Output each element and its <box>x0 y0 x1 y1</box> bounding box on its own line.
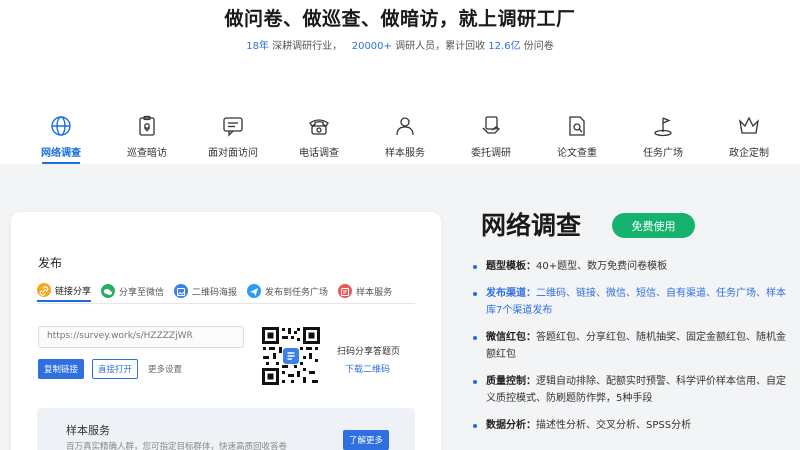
service-tabs: 网络调查 巡查暗访 面对面访问 电话调查 样本服务 委托调研 论文查重 任务广场… <box>0 108 800 164</box>
tab-label: 论文查重 <box>557 148 597 159</box>
link-icon <box>37 283 51 297</box>
share-option-label: 链接分享 <box>55 286 92 297</box>
feature-item: 发布渠道：二维码、链接、微信、短信、自有渠道、任务广场、样本库7个渠道发布 <box>473 285 791 319</box>
telephone-icon <box>307 114 331 138</box>
tab-label: 巡查暗访 <box>127 148 167 159</box>
feature-key: 题型模板： <box>486 261 536 272</box>
hero-stats: 18年 深耕调研行业， 20000+ 调研人员，累计回收 12.6亿 份问卷 <box>0 37 800 52</box>
sample-service-box: 样本服务 百万真实精确人群，您可指定目标群体，快速高质回收答卷 了解更多 <box>37 408 415 450</box>
tab-label: 网络调查 <box>41 148 81 159</box>
publish-card: 发布 链接分享 分享至微信 二维码海报 发布到任务广场 样本服务 https:/… <box>11 212 441 450</box>
tab-face-to-face[interactable]: 面对面访问 <box>190 108 276 164</box>
sample-icon <box>338 284 353 298</box>
feature-item: 质量控制：逻辑自动排除、配额实时预警、科学评价样本信用、自定义质控模式、防刷题防… <box>473 373 791 407</box>
hero-title: 做问卷、做巡查、做暗访，就上调研工厂 <box>224 8 576 30</box>
share-option-label: 发布到任务广场 <box>265 287 329 298</box>
tab-task-plaza[interactable]: 任务广场 <box>620 108 706 164</box>
copy-link-button[interactable]: 复制链接 <box>38 359 84 379</box>
learn-more-button[interactable]: 了解更多 <box>343 430 389 450</box>
stat-surveys: 12.6亿 <box>488 41 521 52</box>
tab-label: 面对面访问 <box>208 148 258 159</box>
stat-years: 18年 <box>246 41 269 52</box>
feature-key: 数据分析： <box>486 420 536 431</box>
tab-label: 电话调查 <box>299 148 339 159</box>
tab-online-survey[interactable]: 网络调查 <box>18 108 104 164</box>
globe-icon <box>49 114 73 138</box>
share-option-label: 样本服务 <box>356 287 393 298</box>
share-option-label: 分享至微信 <box>119 287 165 298</box>
stat-years-text: 深耕调研行业， <box>272 41 343 52</box>
document-search-icon <box>565 114 589 138</box>
stat-surveys-text: 份问卷 <box>523 41 554 52</box>
more-settings-link[interactable]: 更多设置 <box>148 363 182 375</box>
qr-code <box>261 326 321 386</box>
chat-bubbles-icon <box>221 114 245 138</box>
feature-title: 网络调查 <box>481 211 582 240</box>
tab-label: 样本服务 <box>385 148 425 159</box>
crown-icon <box>737 114 761 138</box>
send-icon <box>247 284 262 298</box>
tab-label: 政企定制 <box>729 148 769 159</box>
tab-plagiarism-check[interactable]: 论文查重 <box>534 108 620 164</box>
feature-key: 发布渠道： <box>486 288 536 299</box>
share-option-sample[interactable]: 样本服务 <box>338 280 392 302</box>
feature-item: 数据分析：描述性分析、交叉分析、SPSS分析 <box>473 417 791 434</box>
download-qr-link[interactable]: 下载二维码 <box>345 362 390 375</box>
feature-text: 描述性分析、交叉分析、SPSS分析 <box>536 420 692 431</box>
tab-commissioned-research[interactable]: 委托调研 <box>448 108 534 164</box>
share-option-link[interactable]: 链接分享 <box>37 280 92 302</box>
free-use-button[interactable]: 免费使用 <box>612 213 695 238</box>
tab-label: 任务广场 <box>643 148 683 159</box>
clipboard-location-icon <box>135 114 159 138</box>
share-option-task-plaza[interactable]: 发布到任务广场 <box>247 280 328 302</box>
share-option-wechat[interactable]: 分享至微信 <box>101 280 164 302</box>
tab-sample-service[interactable]: 样本服务 <box>362 108 448 164</box>
feature-key: 质量控制： <box>486 376 536 387</box>
users-icon <box>393 114 417 138</box>
open-link-button[interactable]: 直接打开 <box>92 359 138 379</box>
share-options: 链接分享 分享至微信 二维码海报 发布到任务广场 样本服务 <box>37 280 415 304</box>
stat-researchers: 20000+ <box>351 41 392 52</box>
hero-section: 做问卷、做巡查、做暗访，就上调研工厂 18年 深耕调研行业， 20000+ 调研… <box>0 0 800 110</box>
tab-enterprise-custom[interactable]: 政企定制 <box>706 108 792 164</box>
share-option-qr-poster[interactable]: 二维码海报 <box>174 280 237 302</box>
qr-share-text: 扫码分享答题页 <box>337 347 401 357</box>
image-icon <box>174 284 189 298</box>
sample-service-desc: 百万真实精确人群，您可指定目标群体，快速高质回收答卷 <box>66 442 288 450</box>
tab-inspection[interactable]: 巡查暗访 <box>104 108 190 164</box>
feature-text: 40+题型、数万免费问卷模板 <box>536 261 668 272</box>
publish-title: 发布 <box>38 256 63 270</box>
tab-label: 委托调研 <box>471 148 511 159</box>
survey-url-input[interactable]: https://survey.work/s/HZZZZjWR <box>38 326 244 348</box>
stat-researchers-text: 调研人员，累计回收 <box>395 41 486 52</box>
flag-icon <box>651 114 675 138</box>
tab-phone-survey[interactable]: 电话调查 <box>276 108 362 164</box>
feature-list: 题型模板：40+题型、数万免费问卷模板 发布渠道：二维码、链接、微信、短信、自有… <box>473 258 791 444</box>
handshake-icon <box>479 114 503 138</box>
wechat-icon <box>101 284 116 298</box>
feature-item: 微信红包：答题红包、分享红包、随机抽奖、固定金额红包、随机金额红包 <box>473 329 791 363</box>
sample-service-title: 样本服务 <box>66 424 110 437</box>
share-option-label: 二维码海报 <box>192 287 238 298</box>
feature-item: 题型模板：40+题型、数万免费问卷模板 <box>473 258 791 275</box>
feature-key: 微信红包： <box>486 332 536 343</box>
